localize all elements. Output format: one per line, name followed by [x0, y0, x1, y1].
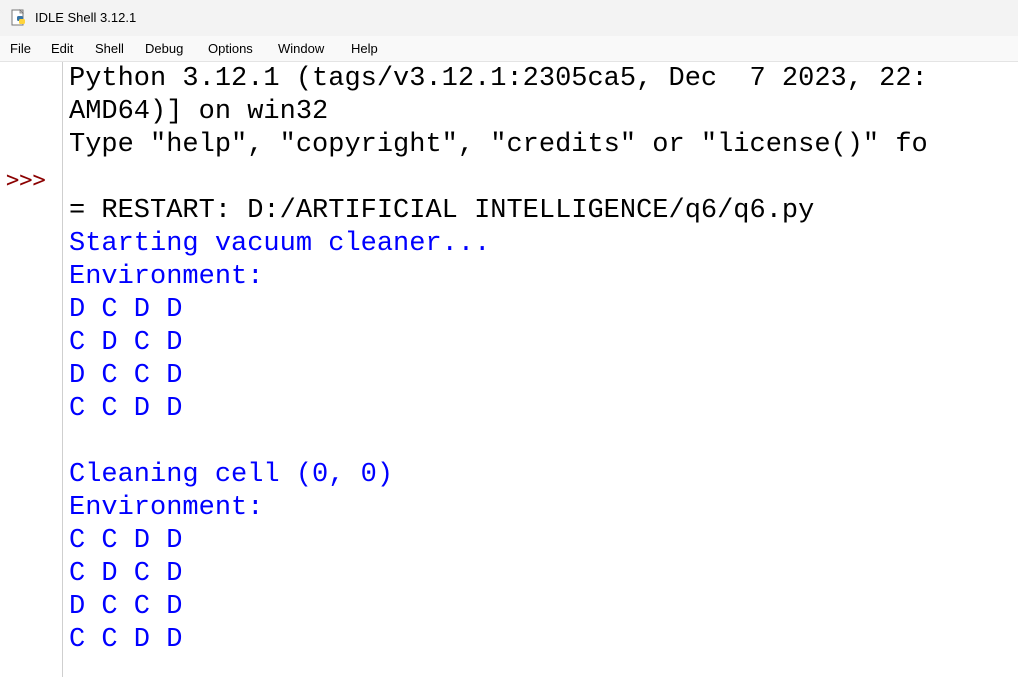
console-line: C C D D — [69, 526, 183, 556]
console-line: C C D D — [69, 394, 183, 424]
menu-shell[interactable]: Shell — [95, 40, 124, 58]
menu-file[interactable]: File — [10, 40, 31, 58]
console-line: Cleaning cell (0, 0) — [69, 460, 394, 490]
python-idle-icon — [11, 9, 25, 26]
console-line: AMD64)] on win32 — [69, 97, 329, 127]
console-line: Python 3.12.1 (tags/v3.12.1:2305ca5, Dec… — [69, 64, 928, 94]
menu-bar: File Edit Shell Debug Options Window Hel… — [0, 36, 1018, 62]
shell-prompt: >>> — [6, 168, 46, 193]
prompt-gutter — [0, 62, 63, 677]
window-title: IDLE Shell 3.12.1 — [35, 10, 137, 25]
console-line: D C D D — [69, 295, 183, 325]
console-line: C C D D — [69, 625, 183, 655]
menu-options[interactable]: Options — [208, 40, 253, 58]
console-line: Environment: — [69, 262, 264, 292]
console-line: C D C D — [69, 559, 183, 589]
console-line: D C C D — [69, 361, 183, 391]
console-line: Type "help", "copyright", "credits" or "… — [69, 130, 928, 160]
console-line: Environment: — [69, 493, 264, 523]
console-line: D C C D — [69, 592, 183, 622]
console-line: Starting vacuum cleaner... — [69, 229, 491, 259]
menu-window[interactable]: Window — [278, 40, 324, 58]
menu-edit[interactable]: Edit — [51, 40, 73, 58]
console-line: C D C D — [69, 328, 183, 358]
title-bar[interactable]: IDLE Shell 3.12.1 — [0, 0, 1018, 36]
shell-output[interactable]: Python 3.12.1 (tags/v3.12.1:2305ca5, Dec… — [69, 63, 1018, 677]
menu-help[interactable]: Help — [351, 40, 378, 58]
menu-debug[interactable]: Debug — [145, 40, 183, 58]
console-line: = RESTART: D:/ARTIFICIAL INTELLIGENCE/q6… — [69, 196, 815, 226]
